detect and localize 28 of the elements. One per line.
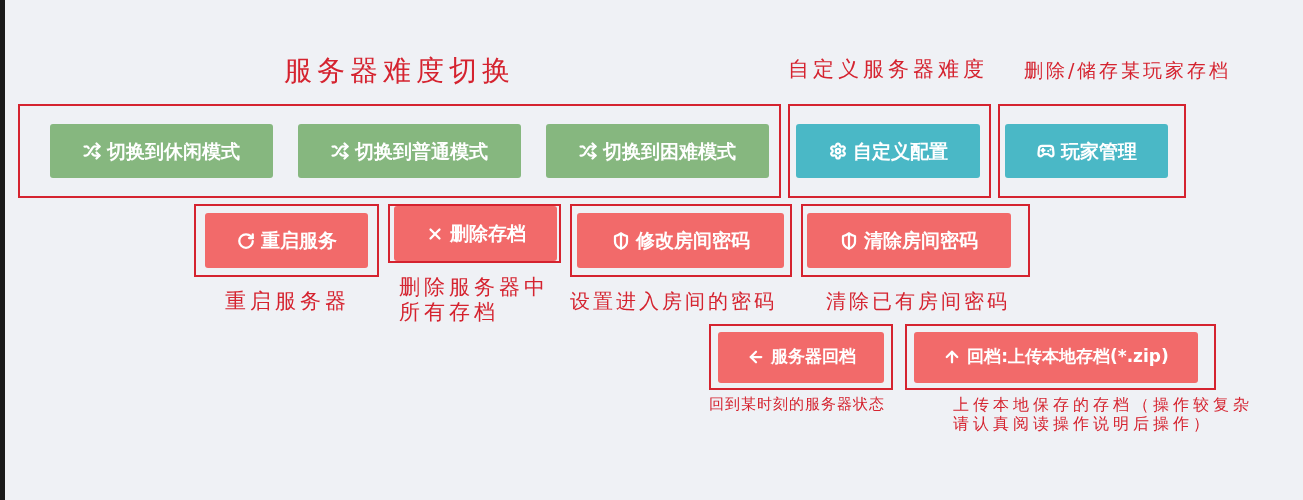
annotation-text: 清除已有房间密码	[825, 289, 1011, 314]
annotation-text: 重启服务器	[224, 289, 351, 314]
action-button[interactable]: 玩家管理	[1005, 124, 1168, 178]
action-button[interactable]: 删除存档	[394, 206, 557, 261]
action-button[interactable]: 回档:上传本地存档(*.zip)	[914, 331, 1198, 383]
action-button[interactable]: 修改房间密码	[577, 213, 784, 268]
shuffle-icon	[83, 142, 101, 160]
annotation-text: 设置进入房间的密码	[570, 289, 778, 314]
action-button[interactable]: 切换到休闲模式	[50, 124, 273, 178]
action-button[interactable]: 服务器回档	[718, 331, 884, 383]
annotation-text: 删除/储存某玩家存档	[1023, 58, 1232, 83]
action-button[interactable]: 切换到普通模式	[298, 124, 521, 178]
shuffle-icon	[579, 142, 597, 160]
action-button[interactable]: 自定义配置	[796, 124, 980, 178]
annotation-text: 回到某时刻的服务器状态	[709, 395, 886, 414]
action-button[interactable]: 切换到困难模式	[546, 124, 769, 178]
gamepad-icon	[1036, 142, 1055, 160]
settings-icon	[828, 142, 847, 160]
shuffle-icon	[331, 142, 349, 160]
action-button[interactable]: 清除房间密码	[807, 213, 1011, 268]
annotation-text: 上传本地保存的存档（操作较复杂请认真阅读操作说明后操作）	[952, 395, 1254, 433]
annotation-text: 自定义服务器难度	[788, 56, 989, 83]
action-button[interactable]: 重启服务	[205, 213, 368, 268]
shield-icon	[611, 231, 630, 250]
rotate-arrow-icon	[236, 231, 255, 250]
annotation-text: 删除服务器中所有存档	[398, 275, 550, 325]
shield-icon	[840, 231, 858, 250]
annotation-text: 服务器难度切换	[283, 53, 516, 86]
